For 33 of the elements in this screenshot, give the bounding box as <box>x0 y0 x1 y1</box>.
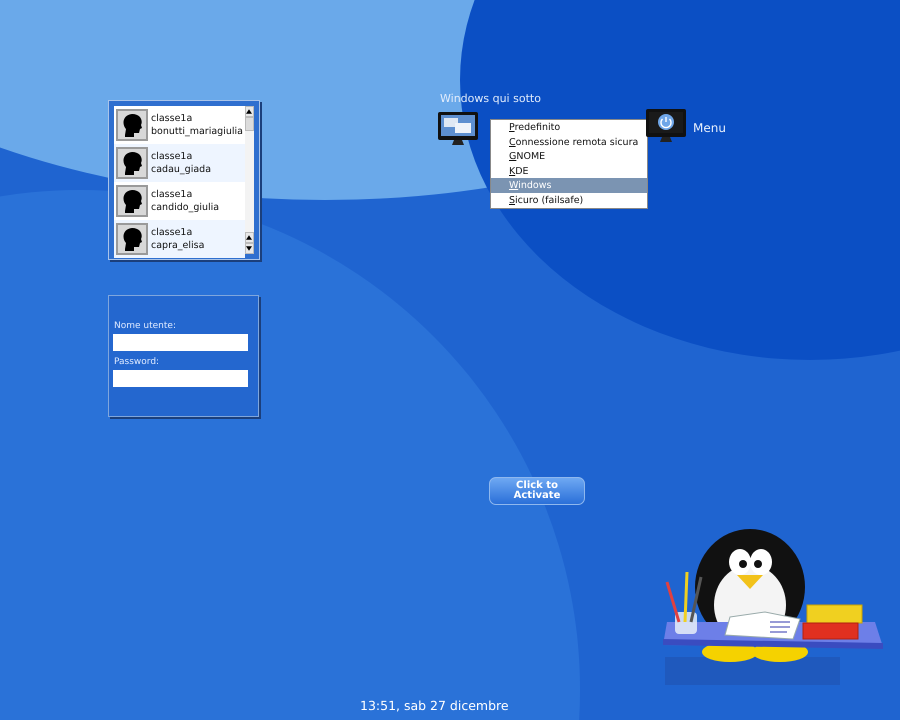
user-group: classe1a <box>151 151 212 162</box>
user-name: bonutti_mariagiulia <box>151 126 243 137</box>
user-list-item[interactable]: classe1a bonutti_mariagiulia <box>114 106 245 144</box>
user-group: classe1a <box>151 189 220 200</box>
user-silhouette-icon <box>116 147 148 179</box>
user-silhouette-icon <box>116 109 148 141</box>
session-label: Windows qui sotto <box>440 92 541 105</box>
monitor-power-icon[interactable] <box>646 109 686 145</box>
user-name: cadau_giada <box>151 164 212 175</box>
session-menu-item[interactable]: Sicuro (failsafe) <box>491 192 647 208</box>
user-list-item[interactable]: classe1a capra_elisa <box>114 220 245 258</box>
session-menu-item[interactable]: Connessione remota sicura <box>491 134 647 150</box>
user-silhouette-icon <box>116 223 148 255</box>
password-label: Password: <box>114 357 160 367</box>
user-name: candido_giulia <box>151 202 220 213</box>
user-silhouette-icon <box>116 185 148 217</box>
session-menu-item[interactable]: KDE <box>491 164 647 178</box>
user-name: capra_elisa <box>151 240 204 251</box>
monitor-windows-icon[interactable] <box>438 112 478 148</box>
session-menu-item[interactable]: GNOME <box>491 149 647 164</box>
user-list-item[interactable]: classe1a cadau_giada <box>114 144 245 182</box>
up-arrow-icon <box>246 235 252 240</box>
password-field[interactable] <box>113 370 248 387</box>
down-arrow-icon <box>246 246 252 251</box>
username-field[interactable] <box>113 334 248 351</box>
session-menu-item[interactable]: Predefinito <box>491 120 647 135</box>
up-arrow-icon <box>246 109 252 114</box>
username-label: Nome utente: <box>114 321 177 331</box>
clock-text: 13:51, sab 27 dicembre <box>360 698 509 713</box>
click-to-activate-button[interactable]: Click to Activate <box>489 477 585 505</box>
user-group: classe1a <box>151 227 204 238</box>
menu-label[interactable]: Menu <box>693 121 726 135</box>
user-group: classe1a <box>151 113 243 124</box>
